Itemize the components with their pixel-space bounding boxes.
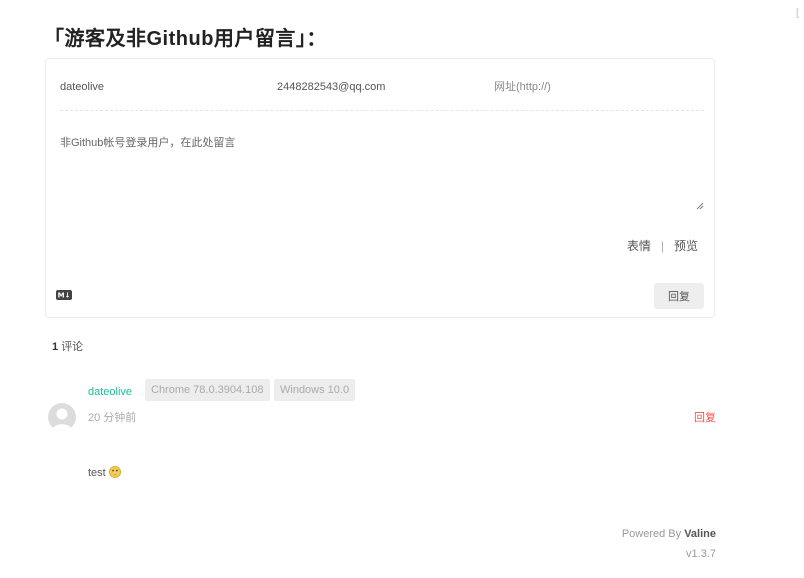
comment-form: 非Github帐号登录用户，在此处留言 表情 | 预览 M↓ 回复 [45, 58, 715, 318]
comment-textarea[interactable]: 非Github帐号登录用户，在此处留言 [60, 134, 235, 150]
comment-reply-link[interactable]: 回复 [694, 409, 716, 425]
powered-prefix: Powered By [621, 528, 682, 540]
email-input[interactable] [277, 81, 467, 93]
comment-text: test [88, 467, 106, 479]
website-input[interactable] [494, 81, 684, 93]
avatar [48, 403, 76, 431]
comment-time: 20 分钟前 [88, 412, 137, 424]
nick-input[interactable] [60, 81, 250, 93]
comment-nick[interactable]: dateolive [88, 386, 132, 398]
markdown-icon[interactable]: M↓ [56, 290, 72, 300]
comment-count: 1 评论 [52, 338, 83, 354]
grinning-emoji-icon [108, 466, 121, 478]
resize-handle-icon[interactable] [696, 202, 704, 210]
version-label: v1.3.7 [686, 548, 716, 560]
form-fields [60, 59, 704, 111]
os-badge: Windows 10.0 [274, 379, 356, 401]
browser-badge: Chrome 78.0.3904.108 [145, 379, 270, 401]
page-title: 「游客及非Github用户留言」： [44, 28, 327, 50]
corner-mark: [ [796, 8, 799, 19]
tools-separator: | [660, 239, 664, 253]
svg-text:M↓: M↓ [58, 292, 71, 300]
valine-link[interactable]: Valine [684, 528, 716, 540]
comment-content: test [88, 466, 121, 479]
editor-tools: 表情 | 预览 [627, 237, 698, 254]
submit-reply-button[interactable]: 回复 [654, 283, 704, 309]
emoji-toggle[interactable]: 表情 [627, 239, 651, 253]
default-avatar-icon [48, 403, 76, 431]
comment-count-label: 评论 [61, 341, 84, 353]
powered-by: Powered By Valine [622, 528, 716, 540]
preview-toggle[interactable]: 预览 [674, 239, 698, 253]
comment-count-number: 1 [52, 341, 59, 353]
